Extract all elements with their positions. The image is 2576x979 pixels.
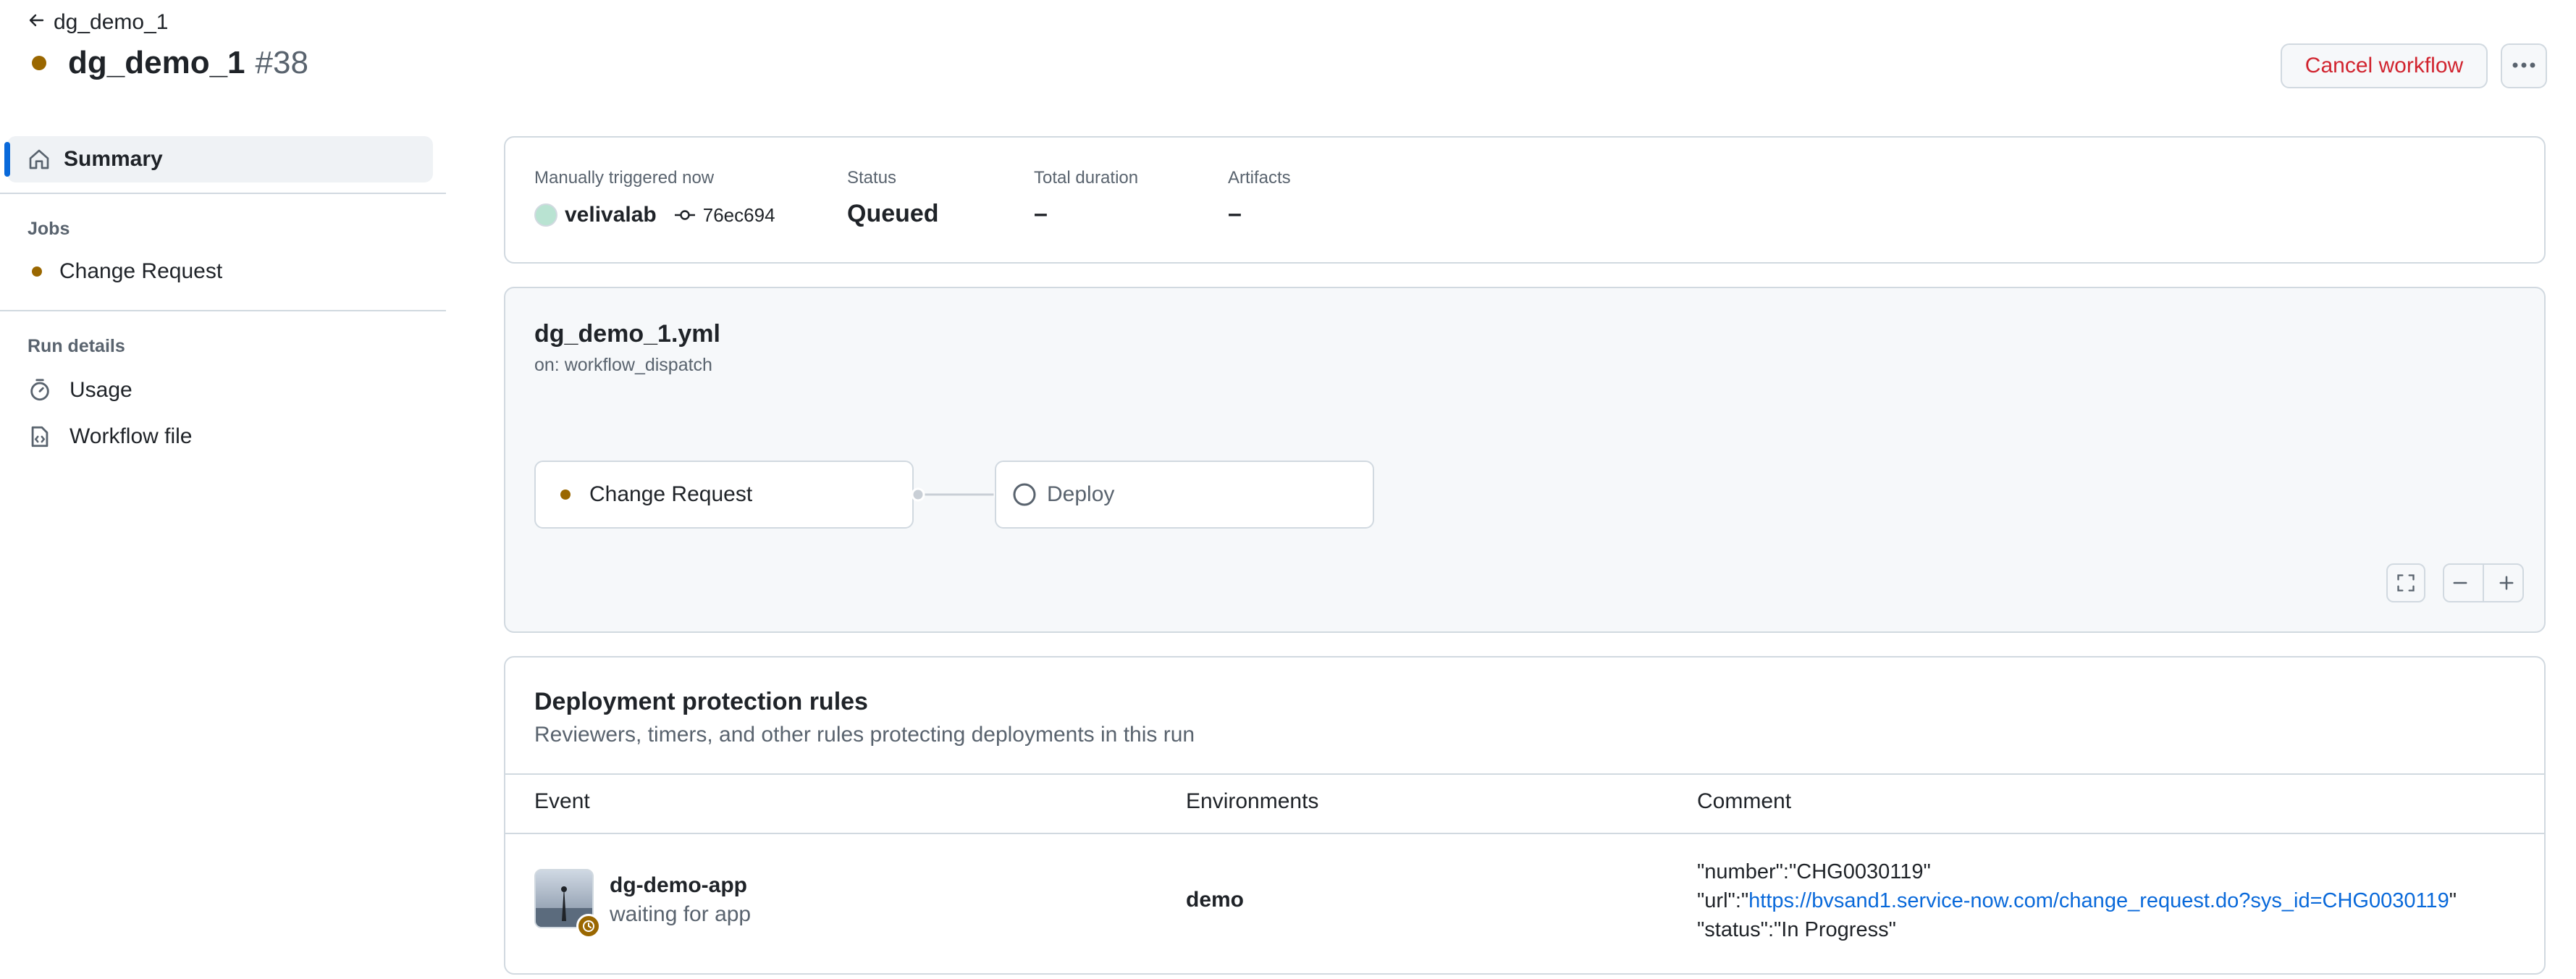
git-commit-icon [674, 208, 696, 222]
back-link-label: dg_demo_1 [54, 10, 169, 34]
job-card-deploy[interactable]: Deploy [995, 461, 1374, 529]
page-title: dg_demo_1 #38 [32, 45, 308, 81]
run-details-heading: Run details [28, 336, 125, 356]
zoom-controls [2443, 563, 2524, 602]
zoom-divider [2482, 564, 2484, 602]
run-name: dg_demo_1 [68, 45, 245, 80]
sidebar-divider [0, 310, 446, 311]
zoom-out-button[interactable] [2450, 573, 2470, 593]
trigger-label: Manually triggered now [534, 168, 715, 188]
clock-icon [576, 914, 601, 938]
file-code-icon [28, 424, 52, 449]
comment-status: "status":"In Progress" [1697, 918, 1896, 941]
duration-label: Total duration [1034, 168, 1139, 188]
screen-full-icon [2396, 573, 2416, 593]
column-header-event: Event [534, 789, 590, 813]
kebab-horizontal-icon [2512, 59, 2536, 72]
sidebar-item-label: Usage [70, 378, 132, 402]
zoom-in-button[interactable] [2496, 573, 2517, 593]
sidebar-divider [0, 193, 446, 194]
status-queued-icon [560, 490, 571, 500]
table-divider [505, 773, 2544, 775]
status-queued-icon [32, 266, 42, 277]
job-card-change-request[interactable]: Change Request [534, 461, 914, 529]
environment-name: demo [1186, 888, 1245, 912]
fullscreen-button[interactable] [2386, 563, 2425, 602]
sidebar-item-label: Change Request [59, 259, 223, 283]
arrow-left-icon [28, 10, 45, 35]
avatar[interactable] [534, 203, 557, 227]
jobs-heading: Jobs [28, 219, 70, 239]
artifacts-value: – [1228, 200, 1242, 227]
column-header-comment: Comment [1697, 789, 1792, 813]
cancel-workflow-button[interactable]: Cancel workflow [2281, 43, 2488, 88]
app-name[interactable]: dg-demo-app [610, 873, 747, 898]
trigger-meta: velivalab 76ec694 [534, 203, 775, 227]
artifacts-label: Artifacts [1228, 168, 1291, 188]
rules-title: Deployment protection rules [534, 688, 868, 715]
comment-url-prefix: "url":" [1697, 889, 1749, 912]
change-request-link[interactable]: https://bvsand1.service-now.com/change_r… [1748, 889, 2449, 912]
workflow-graph-panel: dg_demo_1.yml on: workflow_dispatch Chan… [504, 287, 2546, 633]
back-link[interactable]: dg_demo_1 [28, 10, 168, 35]
actor-name[interactable]: velivalab [565, 203, 657, 227]
app-status: waiting for app [610, 902, 752, 926]
more-actions-button[interactable] [2501, 43, 2547, 88]
job-card-label: Deploy [1047, 482, 1115, 506]
status-label: Status [847, 168, 897, 188]
sidebar-item-summary-label: Summary [64, 147, 163, 171]
workflow-file-name[interactable]: dg_demo_1.yml [534, 320, 720, 348]
sidebar-item-label: Workflow file [70, 424, 193, 448]
table-row: dg-demo-app waiting for app demo "number… [505, 834, 2544, 979]
run-summary-panel: Manually triggered now velivalab 76ec694… [504, 136, 2546, 264]
workflow-trigger: on: workflow_dispatch [534, 355, 712, 375]
deployment-protection-panel: Deployment protection rules Reviewers, t… [504, 656, 2546, 975]
status-queued-icon [32, 56, 46, 70]
comment-url-line: "url":"https://bvsand1.service-now.com/c… [1697, 886, 2457, 915]
sidebar-item-workflow-file[interactable]: Workflow file [28, 424, 192, 449]
duration-value: – [1034, 200, 1048, 227]
home-icon [28, 148, 51, 171]
sidebar-item-usage[interactable]: Usage [28, 378, 132, 403]
column-header-environments: Environments [1186, 789, 1319, 813]
run-number: #38 [255, 45, 308, 80]
sidebar-item-change-request[interactable]: Change Request [32, 259, 222, 284]
rules-subtitle: Reviewers, timers, and other rules prote… [534, 723, 1195, 747]
job-card-label: Change Request [589, 482, 753, 506]
comment-number: "number":"CHG0030119" [1697, 860, 1931, 883]
comment-text: "number":"CHG0030119" "url":"https://bvs… [1697, 857, 2457, 944]
commit-sha[interactable]: 76ec694 [703, 204, 775, 227]
pending-circle-icon [1012, 482, 1037, 507]
status-value: Queued [847, 200, 939, 227]
sidebar-item-summary[interactable]: Summary [4, 136, 433, 182]
stopwatch-icon [28, 378, 52, 403]
selected-indicator [4, 142, 10, 177]
comment-url-suffix: " [2449, 889, 2457, 912]
